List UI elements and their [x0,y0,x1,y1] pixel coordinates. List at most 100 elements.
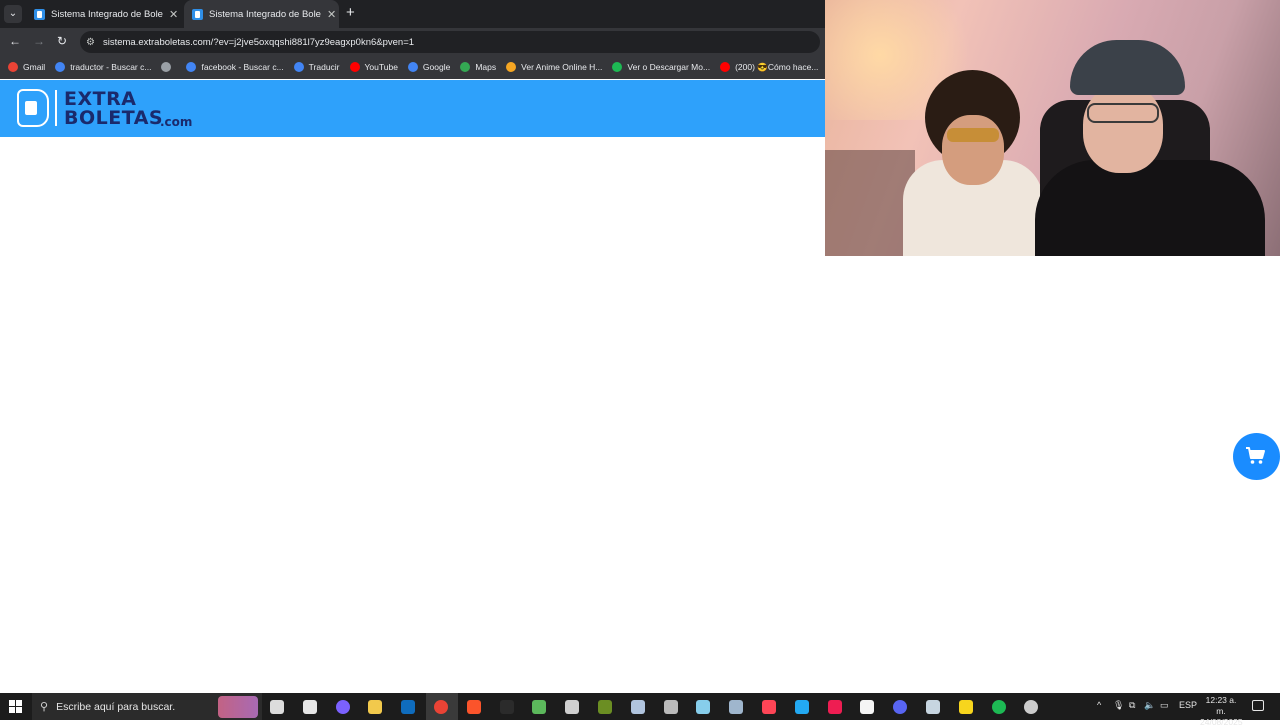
file-explorer-icon[interactable] [368,700,383,714]
bookmark-label: Gmail [23,62,46,72]
bookmark-item[interactable]: traductor - Buscar c... [55,62,151,72]
webcam-person-right-face [1083,85,1163,173]
document-icon[interactable] [630,700,645,714]
microphone-icon[interactable]: 🎙 [1113,700,1124,711]
bookmark-item[interactable]: YouTube [349,62,398,72]
bookmark-favicon-icon [55,62,66,72]
bookmark-item[interactable]: Ver o Descargar Mo... [612,62,710,72]
logo-text-boletas[interactable]: BOLETAS [64,107,163,129]
webcam-person-left-face [942,115,1004,185]
webcam-overlay [825,0,1280,256]
address-bar[interactable]: ⚙ sistema.extraboletas.com/?ev=j2jve5oxq… [80,31,820,53]
tiktok-icon[interactable] [827,700,842,714]
brave-icon[interactable] [466,700,481,714]
taskbar-clock[interactable]: 12:23 a. m. 24/08/2025 [1200,695,1243,728]
windows-taskbar: ⚲ Escribe aquí para buscar. ^ 🎙 ⧉ 🔈 ▭ ES… [0,693,1280,727]
new-tab-button[interactable]: + [346,4,355,21]
spotify-icon[interactable] [991,700,1006,714]
back-arrow-icon[interactable]: ← [9,34,21,48]
tab-2[interactable]: Sistema Integrado de Boletería ✕ [184,0,339,28]
webcam-room-clutter [825,150,915,256]
reload-icon[interactable]: ↻ [57,34,67,48]
tab-close-icon[interactable]: ✕ [169,8,178,21]
webcam-person-right [1035,160,1265,256]
bookmark-item[interactable]: facebook - Buscar c... [186,62,284,72]
search-highlight-image [218,696,258,718]
search-placeholder: Escribe aquí para buscar. [56,700,176,713]
bookmark-label: Traducir [308,62,340,72]
bookmark-item[interactable] [161,62,176,72]
store-icon[interactable] [302,700,317,714]
webcam-person-right-glasses [1087,103,1159,123]
bookmark-label: (200) 😎Cómo hace... [735,61,819,72]
valorant-icon[interactable] [762,700,776,714]
notepad-icon[interactable] [565,700,580,714]
language-indicator[interactable]: ESP [1179,700,1197,710]
bookmark-label: traductor - Buscar c... [70,62,152,72]
vscode-icon[interactable] [794,700,809,714]
minecraft-icon[interactable] [532,700,547,714]
discord-icon[interactable] [893,700,908,714]
bookmark-favicon-icon [186,62,197,72]
bookmark-label: YouTube [364,62,398,72]
tab-favicon-icon [192,8,203,20]
bookmark-favicon-icon [8,62,18,72]
tray-app-icon[interactable]: ⧉ [1129,700,1135,711]
bookmark-label: Ver o Descargar Mo... [627,62,711,72]
search-icon: ⚲ [40,701,49,713]
notification-center-icon[interactable] [1252,700,1264,711]
forward-arrow-icon[interactable]: → [33,34,45,48]
copilot-icon[interactable] [335,700,350,714]
bookmark-item[interactable]: Maps [460,62,496,72]
bookmark-favicon-icon [349,62,360,72]
shopping-cart-icon [1246,447,1265,464]
volume-icon[interactable]: 🔈 [1144,700,1155,711]
bookmark-item[interactable]: Google [407,62,451,72]
app-dark-icon[interactable] [499,700,514,714]
usb-icon[interactable] [663,700,678,714]
steam-icon[interactable] [926,700,940,714]
logo-text-com: .com [160,115,193,129]
clock-time: 12:23 a. m. [1205,695,1237,716]
tab-search-chevron-icon[interactable]: ⌄ [4,5,22,23]
tab-close-icon[interactable]: ✕ [327,8,336,21]
windows-start-icon[interactable] [9,700,22,713]
tab-favicon-icon [34,8,45,20]
tray-overflow-chevron-icon[interactable]: ^ [1097,700,1101,710]
minecraft-legacy-icon[interactable] [598,700,612,714]
tab-1[interactable]: Sistema Integrado de Boletería ✕ [26,0,181,28]
tab-title: Sistema Integrado de Boletería [209,8,321,20]
tab-title: Sistema Integrado de Boletería [51,8,163,20]
webcam-person-left-sunglasses [947,128,999,142]
bookmark-label: Google [422,62,451,72]
bookmark-item[interactable]: Traducir [293,62,340,72]
bookmark-label: Maps [475,62,497,72]
paint-icon[interactable] [696,700,711,714]
site-header: EXTRA BOLETAS .com [0,80,826,137]
bookmark-label: Ver Anime Online H... [521,62,603,72]
task-view-icon[interactable] [270,700,284,714]
bookmark-item[interactable]: (200) 😎Cómo hace... [720,62,818,73]
bookmark-favicon-icon [612,62,623,72]
extraboletas-logo-icon[interactable] [17,89,49,127]
taskbar-search-box[interactable]: ⚲ Escribe aquí para buscar. [32,693,262,720]
bookmark-item[interactable]: Ver Anime Online H... [506,62,602,72]
chrome-icon[interactable] [434,700,448,714]
bookmark-favicon-icon [293,62,304,72]
webcam-background [825,0,1280,120]
clock-date: 24/08/2025 [1200,717,1243,727]
bookmark-favicon-icon [407,62,418,72]
bookmark-item[interactable]: Gmail [8,62,45,72]
obs-icon[interactable] [1024,700,1039,714]
capcut-icon[interactable] [860,700,875,714]
url-text[interactable]: sistema.extraboletas.com/?ev=j2jve5oxqqs… [103,37,414,48]
bookmark-label: facebook - Buscar c... [201,62,284,72]
bookmark-favicon-icon [506,62,517,72]
site-info-icon[interactable]: ⚙ [86,37,95,48]
outlook-icon[interactable] [401,700,416,714]
cart-button[interactable] [1233,433,1280,480]
sticky-notes-icon[interactable] [958,700,973,714]
network-icon[interactable]: ▭ [1160,700,1169,711]
bookmark-favicon-icon [161,62,172,72]
camera-icon[interactable] [729,700,744,714]
